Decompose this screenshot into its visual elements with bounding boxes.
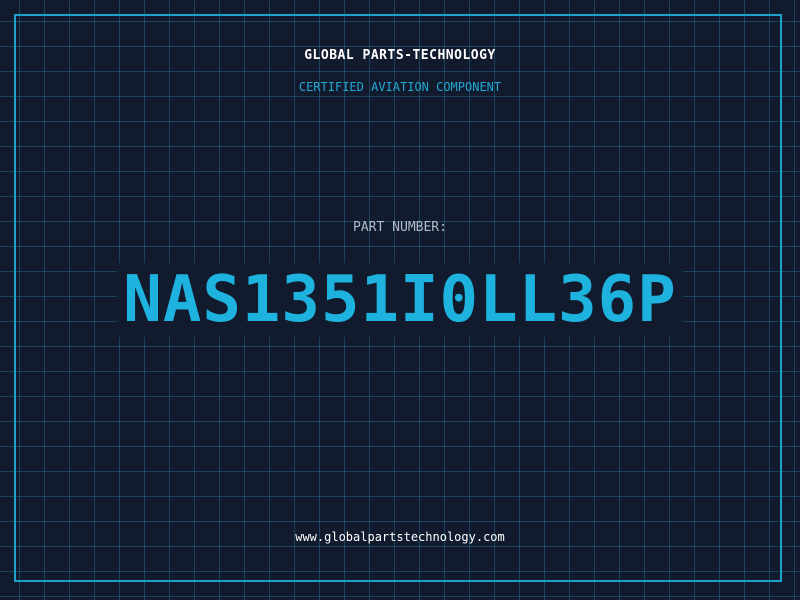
website-link[interactable]: www.globalpartstechnology.com bbox=[0, 530, 800, 544]
certification-subtitle: CERTIFIED AVIATION COMPONENT bbox=[298, 80, 502, 94]
part-number-label: PART NUMBER: bbox=[353, 220, 447, 235]
part-number-value: NAS1351I0LL36P bbox=[117, 263, 683, 337]
part-number-display: NAS1351I0LL36P bbox=[0, 252, 800, 348]
company-name: GLOBAL PARTS-TECHNOLOGY bbox=[304, 48, 496, 63]
part-card: GLOBAL PARTS-TECHNOLOGY CERTIFIED AVIATI… bbox=[0, 0, 800, 600]
